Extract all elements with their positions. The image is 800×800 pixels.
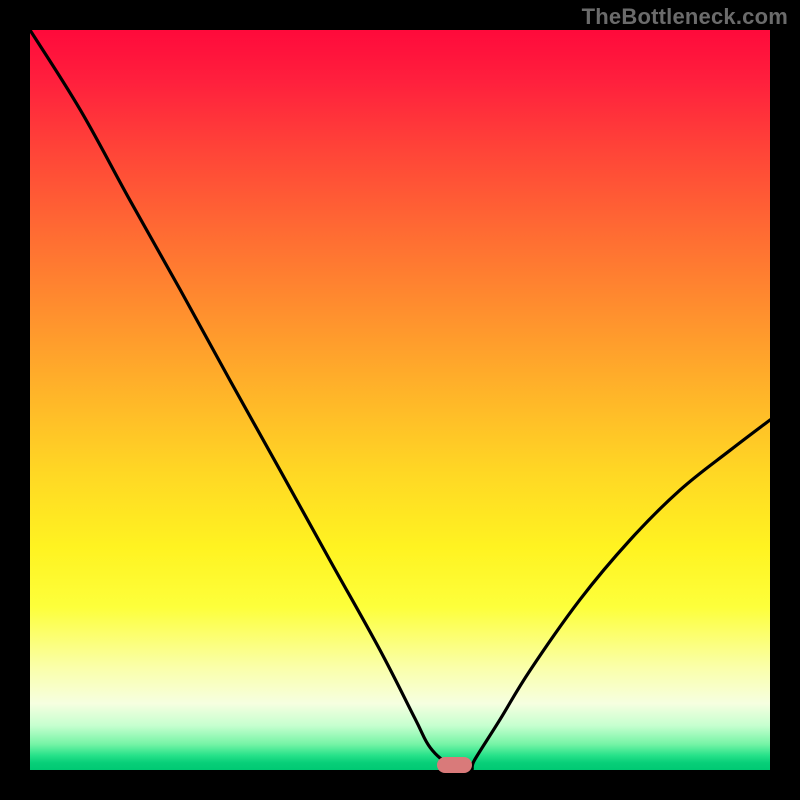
- plot-area: [30, 30, 770, 770]
- optimum-marker: [437, 757, 472, 773]
- chart-frame: TheBottleneck.com: [0, 0, 800, 800]
- bottleneck-curve: [30, 30, 770, 770]
- attribution-label: TheBottleneck.com: [582, 4, 788, 30]
- curve-path: [30, 30, 770, 770]
